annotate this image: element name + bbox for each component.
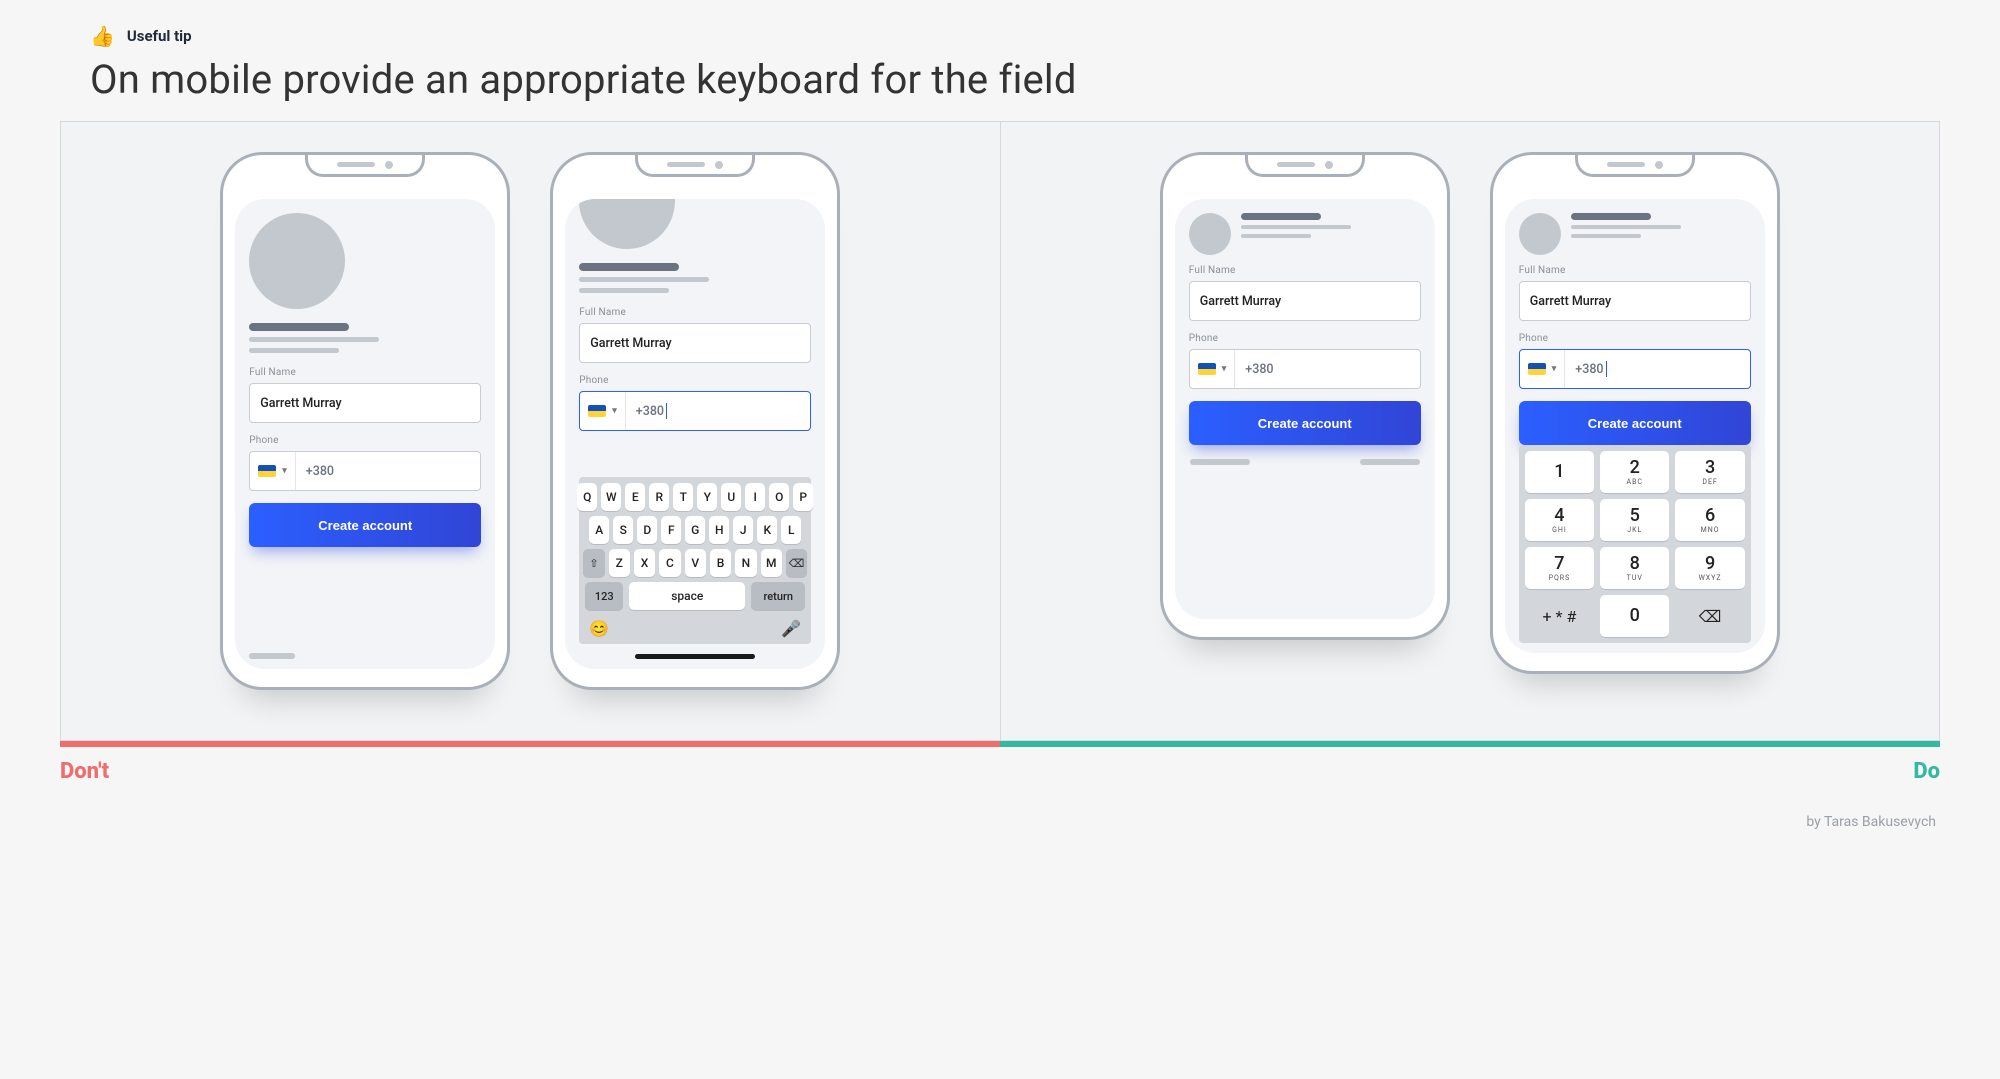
keyboard-key[interactable]: ⌫: [786, 549, 807, 577]
keyboard-qwerty: QWERTYUIOP ASDFGHJKL ⇧ZXCVBNM⌫ 123 space…: [579, 477, 811, 644]
phone-label: Phone: [249, 435, 481, 446]
numpad-backspace-key[interactable]: ⌫: [1675, 595, 1744, 637]
keyboard-key[interactable]: O: [769, 483, 789, 511]
numpad-key[interactable]: 9WXYZ: [1675, 547, 1744, 589]
country-selector[interactable]: ▾: [580, 392, 626, 430]
fullname-input[interactable]: Garrett Murray: [249, 383, 481, 423]
numpad-key[interactable]: 5JKL: [1600, 499, 1669, 541]
keyboard-key[interactable]: G: [685, 516, 705, 544]
keyboard-key[interactable]: P: [793, 483, 813, 511]
label-do: Do: [1000, 759, 1940, 784]
status-bars: [60, 741, 1940, 747]
keyboard-key[interactable]: B: [710, 549, 731, 577]
fullname-input[interactable]: Garrett Murray: [1519, 281, 1751, 321]
create-account-button[interactable]: Create account: [249, 503, 481, 547]
phone-input[interactable]: ▾ +380: [1189, 349, 1421, 389]
keyboard-key[interactable]: I: [745, 483, 765, 511]
keyboard-key[interactable]: U: [721, 483, 741, 511]
emoji-icon[interactable]: 😊: [589, 619, 609, 638]
numpad-key[interactable]: 7PQRS: [1525, 547, 1594, 589]
keyboard-key[interactable]: Z: [609, 549, 630, 577]
keyboard-key[interactable]: Q: [577, 483, 597, 511]
keyboard-numpad: 12ABC3DEF 4GHI5JKL6MNO 7PQRS8TUV9WXYZ + * #…: [1519, 445, 1751, 643]
avatar-placeholder: [249, 213, 345, 309]
bar-do: [1000, 741, 1940, 747]
keyboard-key[interactable]: E: [625, 483, 645, 511]
keyboard-key[interactable]: R: [649, 483, 669, 511]
keyboard-key[interactable]: A: [589, 516, 609, 544]
numpad-key[interactable]: 8TUV: [1600, 547, 1669, 589]
dont-column: Full Name Garrett Murray Phone ▾ +380 Cr…: [61, 122, 1000, 740]
flag-ukraine-icon: [258, 465, 276, 477]
keyboard-key[interactable]: C: [659, 549, 680, 577]
chevron-down-icon: ▾: [282, 466, 287, 476]
keyboard-key[interactable]: F: [661, 516, 681, 544]
keyboard-key[interactable]: W: [601, 483, 621, 511]
numpad-key[interactable]: 6MNO: [1675, 499, 1744, 541]
numpad-key[interactable]: 3DEF: [1675, 451, 1744, 493]
country-selector[interactable]: ▾: [250, 452, 296, 490]
profile-header-compact: [1189, 213, 1421, 255]
numpad-key[interactable]: 1: [1525, 451, 1594, 493]
profile-header-compact: [1519, 213, 1751, 255]
keyboard-space-key[interactable]: space: [629, 582, 745, 610]
credits: by Taras Bakusevych: [60, 814, 1940, 830]
profile-header: [579, 199, 811, 307]
keyboard-key[interactable]: H: [709, 516, 729, 544]
phone-mockup-compact: Full Name Garrett Murray Phone ▾ +380 Cr…: [1160, 152, 1450, 640]
phone-mockup-numpad: Full Name Garrett Murray Phone ▾ +380 Cr…: [1490, 152, 1780, 674]
bar-dont: [60, 741, 1000, 747]
fullname-input[interactable]: Garrett Murray: [579, 323, 811, 363]
create-account-button[interactable]: Create account: [1189, 401, 1421, 445]
placeholder-line: [249, 653, 295, 659]
phone-input-focused[interactable]: ▾ +380: [579, 391, 811, 431]
phone-mockup-qwerty: Full Name Garrett Murray Phone ▾ +380 QW…: [550, 152, 840, 690]
keyboard-key[interactable]: M: [761, 549, 782, 577]
keyboard-return-key[interactable]: return: [751, 582, 805, 610]
phone-input-focused[interactable]: ▾ +380: [1519, 349, 1751, 389]
keyboard-key[interactable]: ⇧: [583, 549, 604, 577]
keyboard-key[interactable]: X: [634, 549, 655, 577]
keyboard-key[interactable]: J: [733, 516, 753, 544]
numpad-key[interactable]: 0: [1600, 595, 1669, 637]
keyboard-key[interactable]: V: [685, 549, 706, 577]
keyboard-key[interactable]: L: [781, 516, 801, 544]
phone-mockup: Full Name Garrett Murray Phone ▾ +380 Cr…: [220, 152, 510, 690]
keyboard-key[interactable]: N: [735, 549, 756, 577]
do-column: Full Name Garrett Murray Phone ▾ +380 Cr…: [1000, 122, 1940, 740]
country-selector[interactable]: ▾: [1520, 350, 1566, 388]
numpad-key[interactable]: 2ABC: [1600, 451, 1669, 493]
thumbs-up-icon: 👍: [90, 24, 115, 48]
label-dont: Don't: [60, 759, 1000, 784]
page-title: On mobile provide an appropriate keyboar…: [90, 56, 1940, 103]
home-indicator: [635, 654, 755, 659]
fullname-label: Full Name: [249, 367, 481, 378]
keyboard-key[interactable]: T: [673, 483, 693, 511]
comparison-frame: Full Name Garrett Murray Phone ▾ +380 Cr…: [60, 121, 1940, 741]
create-account-button[interactable]: Create account: [1519, 401, 1751, 445]
keyboard-key[interactable]: K: [757, 516, 777, 544]
country-selector[interactable]: ▾: [1190, 350, 1236, 388]
numpad-sym-key[interactable]: + * #: [1525, 595, 1594, 637]
keyboard-123-key[interactable]: 123: [585, 582, 623, 610]
keyboard-key[interactable]: D: [637, 516, 657, 544]
numpad-key[interactable]: 4GHI: [1525, 499, 1594, 541]
keyboard-key[interactable]: Y: [697, 483, 717, 511]
fullname-input[interactable]: Garrett Murray: [1189, 281, 1421, 321]
phone-input[interactable]: ▾ +380: [249, 451, 481, 491]
tip-row: 👍 Useful tip: [90, 24, 1940, 48]
keyboard-key[interactable]: S: [613, 516, 633, 544]
profile-header: [249, 213, 481, 367]
tip-label: Useful tip: [127, 27, 192, 45]
mic-icon[interactable]: 🎤: [781, 619, 801, 638]
